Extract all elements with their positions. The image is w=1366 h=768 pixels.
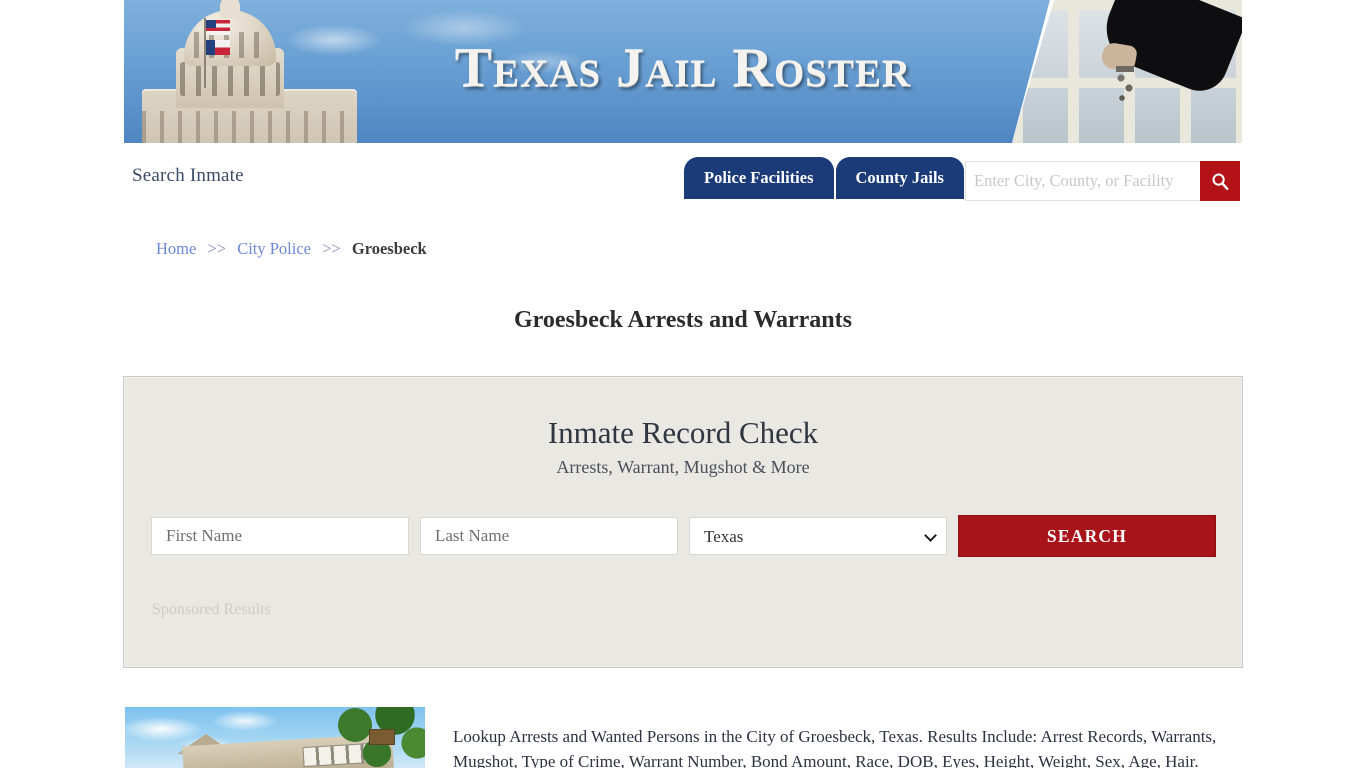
page-description-paragraph: Lookup Arrests and Wanted Persons in the… [453, 727, 1217, 768]
main-navbar: Search Inmate Police Facilities County J… [124, 143, 1242, 209]
capitol-windows [142, 111, 357, 143]
search-icon [1211, 172, 1229, 190]
inmate-search-form: Texas SEARCH [151, 515, 1217, 557]
breadcrumb-separator: >> [322, 239, 341, 258]
state-select[interactable]: Texas [689, 517, 947, 555]
city-thumbnail-image [125, 707, 425, 768]
breadcrumb-item-city-police[interactable]: City Police [237, 239, 311, 258]
us-flag-icon [206, 20, 230, 35]
sponsored-results-label: Sponsored Results [152, 601, 271, 618]
site-brand[interactable]: Search Inmate [132, 165, 244, 187]
last-name-input[interactable] [420, 517, 678, 555]
facility-search-group [965, 161, 1240, 201]
facility-search-input[interactable] [965, 161, 1200, 201]
page-root: Texas Jail Roster Search Inmate Police F… [0, 0, 1366, 768]
panel-title: Inmate Record Check [547, 415, 819, 450]
keys-icon [1116, 66, 1134, 106]
search-button[interactable]: SEARCH [958, 515, 1216, 557]
nav-tabs: Police Facilities County Jails [684, 157, 964, 199]
panel-subtitle: Arrests, Warrant, Mugshot & More [556, 457, 810, 477]
state-select-wrapper: Texas [689, 517, 947, 555]
inmate-record-check-panel: Inmate Record Check Arrests, Warrant, Mu… [123, 376, 1243, 668]
breadcrumb-separator: >> [207, 239, 227, 258]
page-title: Groesbeck Arrests and Warrants [513, 307, 852, 334]
capitol-lantern [220, 0, 240, 18]
thumbnail-sign [369, 729, 395, 745]
jail-bars-photo [1012, 0, 1242, 143]
facility-search-button[interactable] [1200, 161, 1240, 201]
tab-police-facilities[interactable]: Police Facilities [684, 157, 834, 199]
breadcrumb: Home >> City Police >> Groesbeck [156, 239, 427, 259]
first-name-input[interactable] [151, 517, 409, 555]
site-banner: Texas Jail Roster [124, 0, 1242, 143]
tab-county-jails[interactable]: County Jails [835, 157, 964, 199]
breadcrumb-item-home[interactable]: Home [156, 239, 196, 258]
breadcrumb-item-current: Groesbeck [351, 239, 427, 258]
